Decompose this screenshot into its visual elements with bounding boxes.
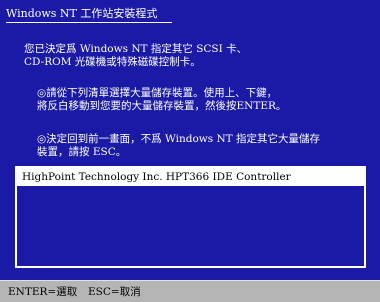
intro-paragraph: 您已決定爲 Windows NT 指定其它 SCSI 卡、 CD-ROM 光碟機… [24,43,247,69]
instruction-select: ◎請從下列清單選擇大量儲存裝置。使用上、下鍵， 將反白移動到您要的大量儲存裝置，… [37,87,286,113]
enter-select-hint: ENTER=選取 [8,286,78,298]
setup-title: Windows NT 工作站安裝程式 [6,7,158,20]
intro-line-2: CD-ROM 光碟機或特殊磁碟控制卡。 [24,56,201,68]
status-bar: ENTER=選取 ESC=取消 [0,280,380,302]
instruction-back-line-2: 裝置，請按 ESC。 [37,146,127,158]
controller-list[interactable]: HighPoint Technology Inc. HPT366 IDE Con… [15,166,366,268]
intro-line-1: 您已決定爲 Windows NT 指定其它 SCSI 卡、 [24,43,248,55]
instruction-select-line-1: ◎請從下列清單選擇大量儲存裝置。使用上、下鍵， [37,87,278,99]
esc-cancel-hint: ESC=取消 [88,286,141,298]
controller-list-item[interactable]: HighPoint Technology Inc. HPT366 IDE Con… [17,168,364,186]
setup-screen: Windows NT 工作站安裝程式 您已決定爲 Windows NT 指定其它… [0,0,380,302]
instruction-select-line-2: 將反白移動到您要的大量儲存裝置，然後按ENTER。 [37,100,287,112]
instruction-back-line-1: ◎決定回到前一畫面，不爲 Windows NT 指定其它大量儲存 [37,133,321,145]
title-underline [6,22,172,23]
instruction-back: ◎決定回到前一畫面，不爲 Windows NT 指定其它大量儲存 裝置，請按 E… [37,133,320,159]
